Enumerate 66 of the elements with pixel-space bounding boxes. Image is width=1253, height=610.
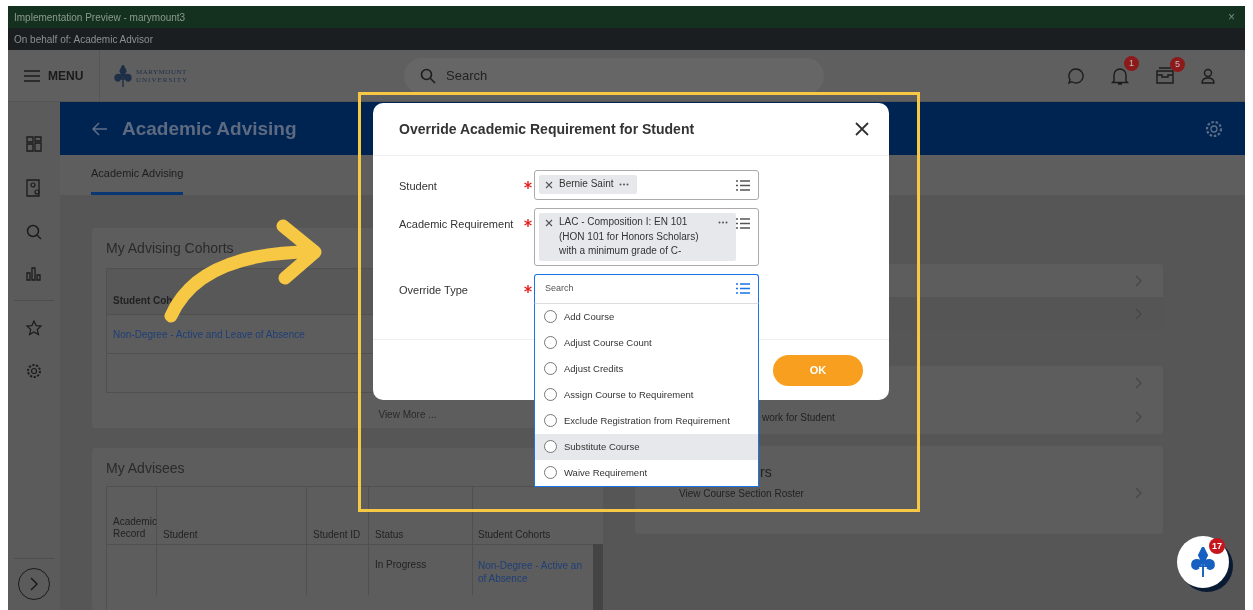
inbox-icon[interactable]: [1155, 66, 1175, 85]
search-icon[interactable]: [26, 224, 42, 240]
radio-button[interactable]: [544, 466, 557, 479]
column-header: Student Cohorts: [477, 528, 552, 542]
option-item[interactable]: Adjust Credits: [535, 355, 758, 382]
selected-item-chip[interactable]: Bernie Saint: [539, 175, 638, 194]
settings-icon[interactable]: [1205, 119, 1223, 138]
option-item[interactable]: Waive Requirement: [535, 459, 758, 486]
bell-icon[interactable]: [1111, 65, 1129, 86]
assistant-badge: 17: [1209, 538, 1225, 554]
dialog-title: Override Academic Requirement for Student: [399, 121, 695, 137]
apps-icon[interactable]: [26, 136, 42, 152]
chip-text: Bernie Saint: [559, 177, 614, 191]
page-title: Academic Advising: [122, 117, 297, 140]
required-icon: [524, 219, 532, 227]
inbox-badge: 5: [1170, 56, 1185, 72]
required-icon: [524, 181, 532, 189]
proxy-text: On behalf of: Academic Advisor: [14, 33, 153, 45]
chat-icon[interactable]: [1067, 66, 1085, 85]
close-button[interactable]: ×: [1228, 11, 1235, 23]
list-icon[interactable]: [736, 282, 750, 294]
option-item[interactable]: Add Course: [535, 303, 758, 330]
scrollbar[interactable]: [593, 544, 603, 610]
radio-button[interactable]: [544, 362, 557, 375]
column-header: Student ID: [307, 487, 369, 544]
required-icon: [524, 284, 532, 293]
back-arrow-icon[interactable]: [92, 121, 108, 136]
more-icon[interactable]: [619, 183, 630, 186]
field-label: Student: [399, 179, 438, 192]
prompt-field[interactable]: Bernie Saint: [534, 170, 759, 200]
more-icon[interactable]: [718, 221, 728, 224]
list-icon[interactable]: [736, 180, 750, 191]
user-icon[interactable]: [1201, 67, 1215, 84]
prompt-field[interactable]: LAC - Composition I: EN 101 (HON 101 for Honors Scholars) with a minimum grade of C-: [534, 208, 759, 266]
column-header: Academic Record: [107, 487, 157, 544]
option-item[interactable]: Exclude Registration from Requirement: [535, 407, 758, 434]
field-label: Override Type: [399, 282, 469, 296]
option-item[interactable]: Substitute Course: [535, 433, 758, 460]
chip-text: LAC - Composition I: EN 101 (HON 101 for Honors Scholars) with a minimum grade of C-: [559, 215, 700, 258]
star-icon[interactable]: [26, 320, 42, 336]
notification-badge: 1: [1124, 55, 1139, 71]
bar-chart-icon[interactable]: [26, 267, 42, 281]
search-field[interactable]: Search: [534, 273, 759, 304]
radio-button[interactable]: [544, 310, 557, 323]
list-icon[interactable]: [736, 218, 750, 229]
radio-button[interactable]: [544, 336, 557, 349]
selected-item-chip[interactable]: LAC - Composition I: EN 101 (HON 101 for Honors Scholars) with a minimum grade of C-: [539, 213, 736, 261]
chevron-right-icon: [29, 577, 39, 591]
remove-icon[interactable]: [545, 181, 553, 189]
radio-button[interactable]: [544, 414, 557, 427]
profile-search-icon[interactable]: [26, 179, 42, 197]
radio-button[interactable]: [544, 440, 557, 453]
menu-icon: [24, 69, 40, 82]
window-title: Implementation Preview - marymount3: [14, 11, 186, 23]
column-header: Student: [157, 487, 307, 544]
option-item[interactable]: Assign Course to Requirement: [535, 381, 758, 408]
assistant-button[interactable]: [1177, 536, 1229, 588]
settings-icon[interactable]: [26, 363, 42, 379]
close-icon[interactable]: [855, 122, 869, 136]
field-label: Academic Requirement: [399, 217, 515, 230]
radio-button[interactable]: [544, 388, 557, 401]
remove-icon[interactable]: [545, 219, 553, 227]
search-icon: [420, 67, 436, 84]
column-header: Status: [369, 487, 473, 544]
option-item[interactable]: Adjust Course Count: [535, 329, 758, 356]
fleur-de-lis-icon: [1190, 547, 1216, 577]
